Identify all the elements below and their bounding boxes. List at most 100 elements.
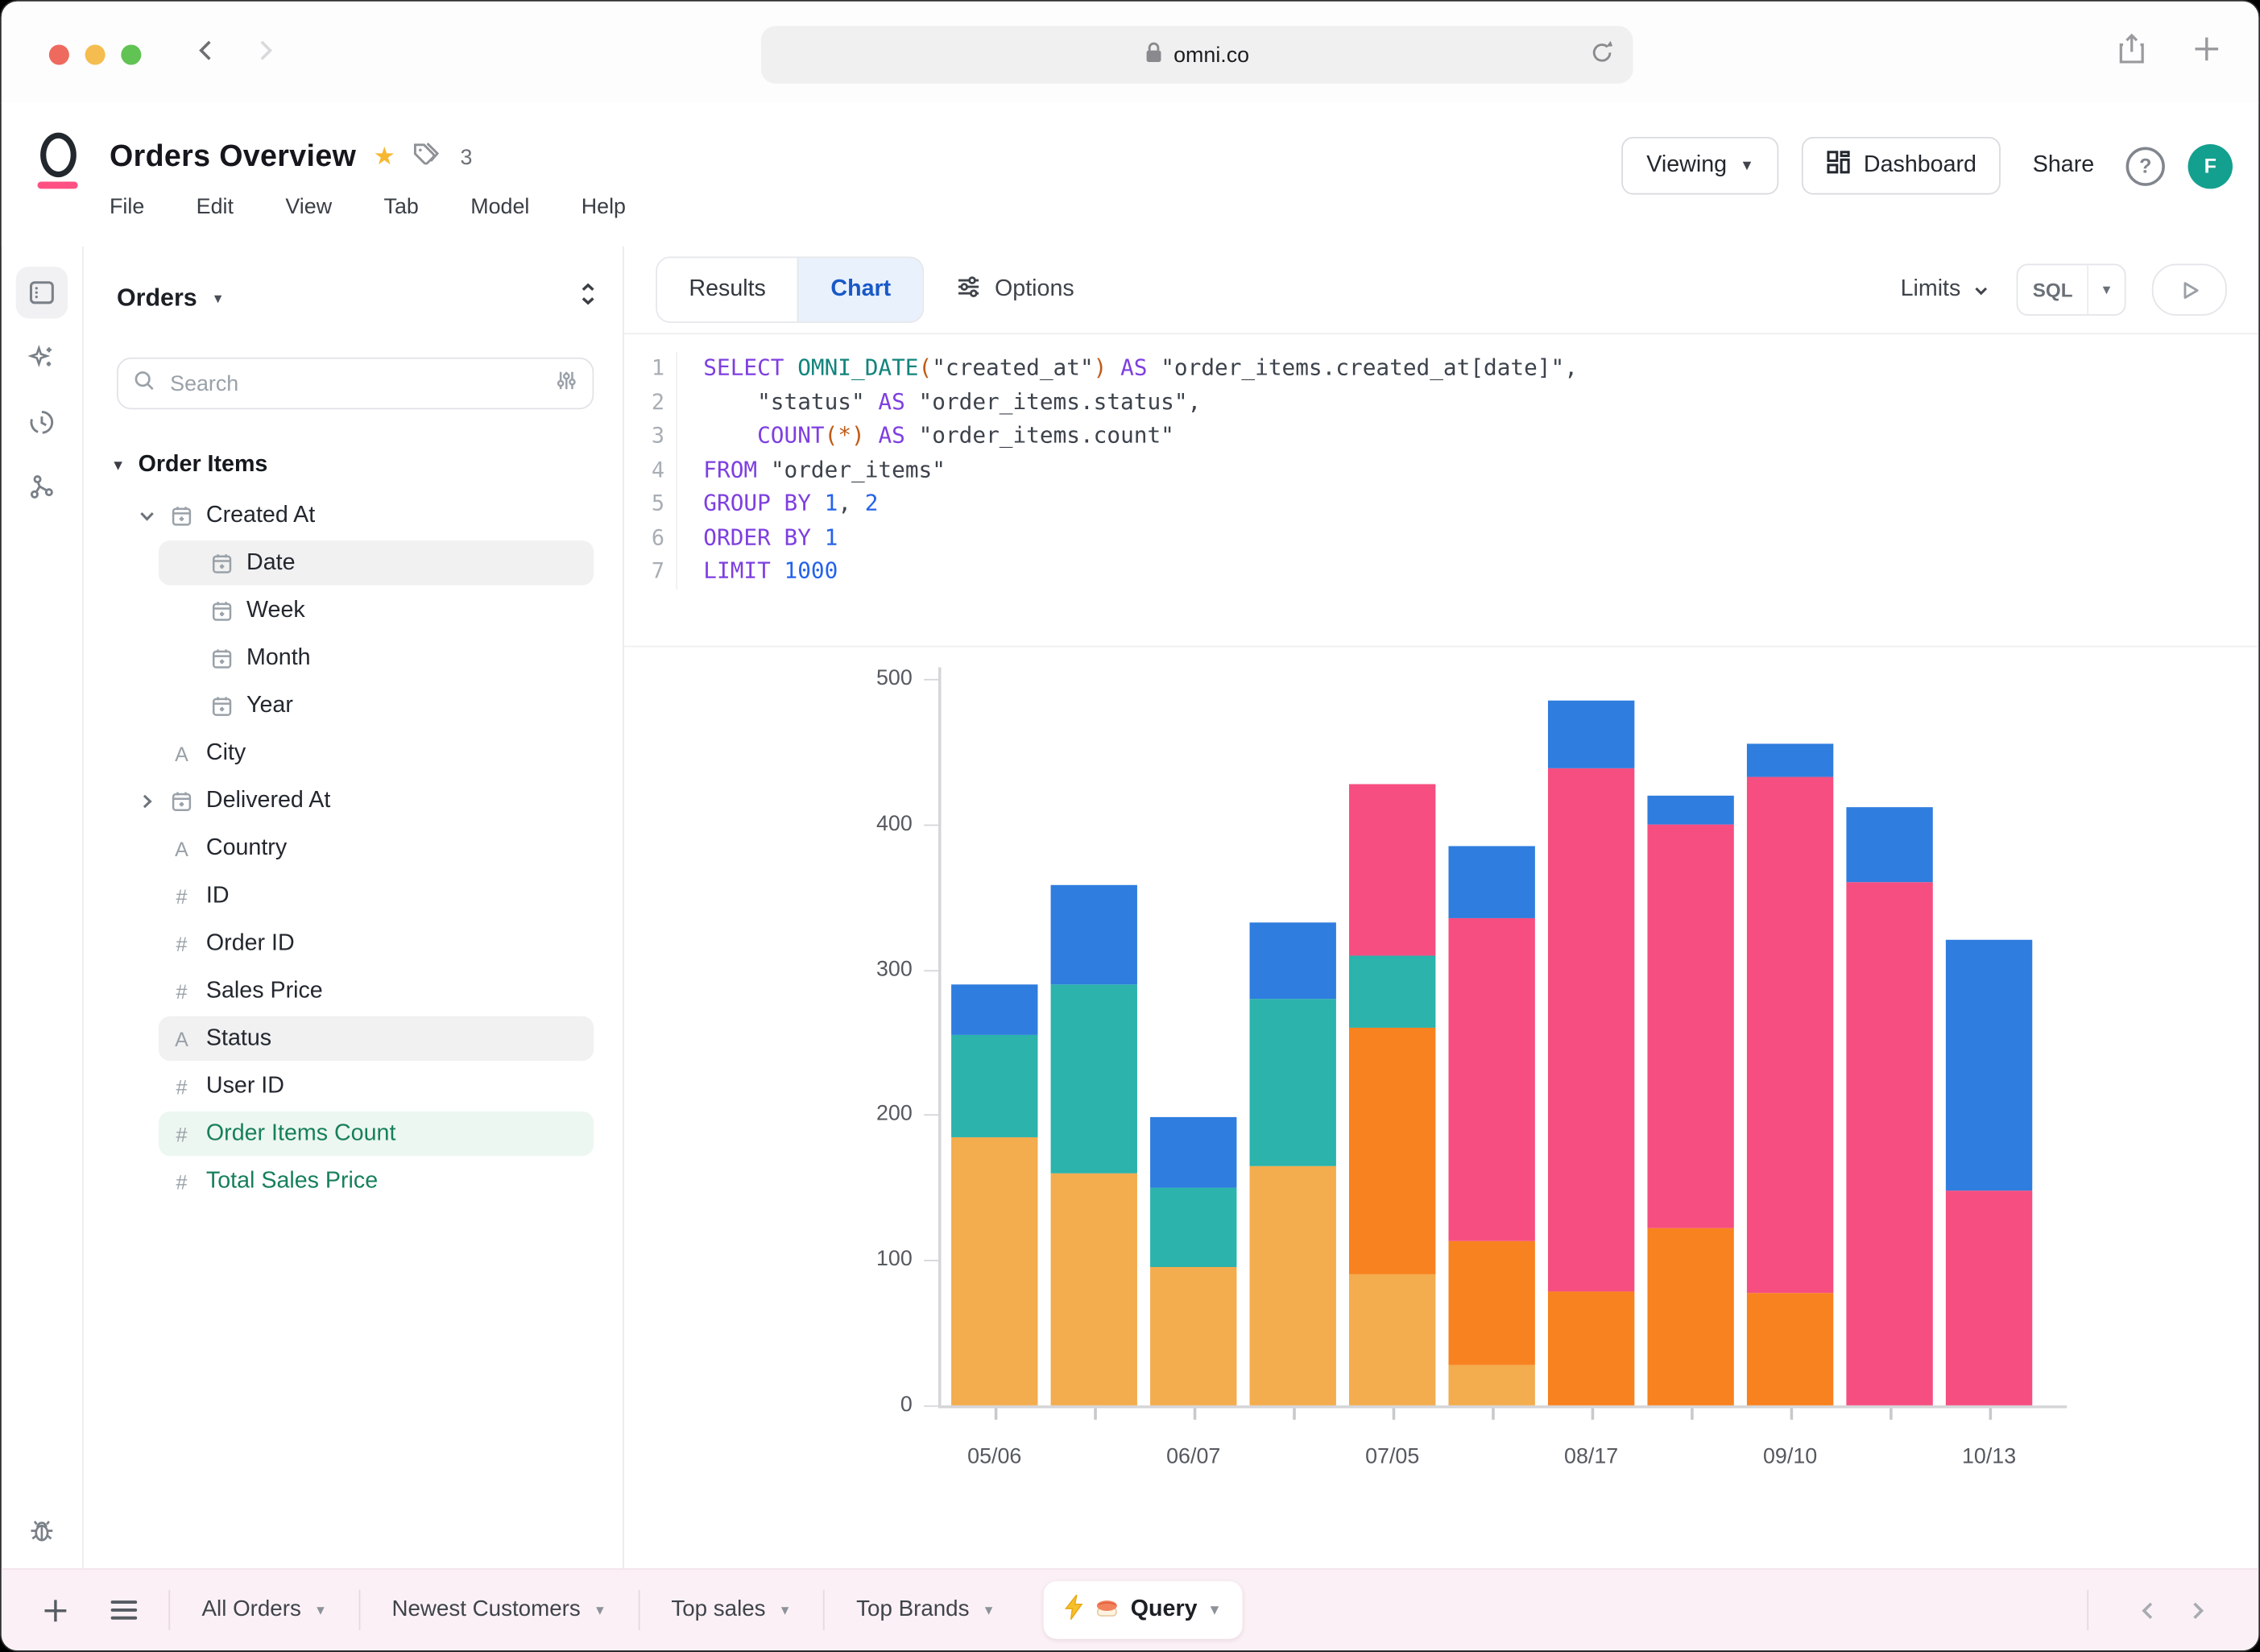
tab-top-brands[interactable]: Top Brands▼ <box>827 1570 1024 1650</box>
back-icon[interactable] <box>193 38 219 64</box>
menu-edit[interactable]: Edit <box>197 195 234 219</box>
bar-7-status-b[interactable] <box>1647 1228 1733 1406</box>
limits-dropdown[interactable]: Limits <box>1901 277 1991 303</box>
sql-line-7[interactable]: 7LIMIT 1000 <box>624 555 2258 589</box>
sql-dropdown[interactable]: ▼ <box>2087 265 2124 314</box>
branch-icon[interactable] <box>16 462 68 513</box>
share-page-icon[interactable] <box>2117 31 2146 73</box>
history-icon[interactable] <box>16 396 68 448</box>
bar-3-status-c[interactable] <box>1250 999 1336 1166</box>
tab-all-orders[interactable]: All Orders▼ <box>173 1570 356 1650</box>
field-order-items-count[interactable]: #Order Items Count <box>84 1110 623 1157</box>
sql-line-5[interactable]: 5GROUP BY 1, 2 <box>624 487 2258 521</box>
tab-top-sales[interactable]: Top sales▼ <box>643 1570 821 1650</box>
add-tab-button[interactable] <box>33 1588 77 1632</box>
bar-5-status-a[interactable] <box>1448 1364 1534 1405</box>
address-bar[interactable]: omni.co <box>761 26 1633 84</box>
minimize-window-button[interactable] <box>85 44 106 64</box>
bar-5-status-e[interactable] <box>1448 846 1534 918</box>
menu-tab[interactable]: Tab <box>384 195 419 219</box>
new-tab-icon[interactable] <box>2192 35 2221 71</box>
sql-line-4[interactable]: 4FROM "order_items" <box>624 453 2258 487</box>
help-icon[interactable]: ? <box>2126 147 2165 185</box>
field-created-at[interactable]: Created At <box>84 491 623 539</box>
bar-8-status-b[interactable] <box>1747 1294 1833 1406</box>
bar-1-status-a[interactable] <box>1051 1173 1137 1406</box>
sql-editor[interactable]: 1SELECT OMNI_DATE("created_at") AS "orde… <box>624 333 2258 647</box>
search-filter-icon[interactable] <box>555 368 578 399</box>
viewing-button[interactable]: Viewing▼ <box>1622 137 1778 195</box>
bar-10-status-e[interactable] <box>1946 941 2032 1190</box>
bar-8-status-d[interactable] <box>1747 776 1833 1294</box>
bar-1-status-c[interactable] <box>1051 984 1137 1173</box>
tab-query-active[interactable]: Query ▼ <box>1044 1581 1241 1639</box>
reload-icon[interactable] <box>1588 39 1616 72</box>
bar-3-status-e[interactable] <box>1250 923 1336 999</box>
bar-5-status-b[interactable] <box>1448 1241 1534 1364</box>
field-id[interactable]: #ID <box>84 872 623 920</box>
collapse-expand-icon[interactable] <box>577 281 600 314</box>
chevron-down-icon[interactable] <box>135 503 159 527</box>
field-order-id[interactable]: #Order ID <box>84 920 623 967</box>
bar-7-status-d[interactable] <box>1647 824 1733 1228</box>
sql-line-6[interactable]: 6ORDER BY 1 <box>624 521 2258 555</box>
field-city[interactable]: ACity <box>84 730 623 777</box>
bar-4-status-a[interactable] <box>1349 1274 1435 1405</box>
sql-line-3[interactable]: 3 COUNT(*) AS "order_items.count" <box>624 420 2258 453</box>
bar-0-status-a[interactable] <box>951 1137 1037 1406</box>
field-total-sales-price[interactable]: #Total Sales Price <box>84 1157 623 1205</box>
sql-line-2[interactable]: 2 "status" AS "order_items.status", <box>624 386 2258 420</box>
field-year[interactable]: Year <box>84 681 623 729</box>
field-user-id[interactable]: #User ID <box>84 1062 623 1110</box>
field-country[interactable]: ACountry <box>84 825 623 872</box>
bar-6-status-d[interactable] <box>1548 769 1634 1292</box>
run-query-button[interactable] <box>2152 263 2227 315</box>
bar-8-status-e[interactable] <box>1747 744 1833 776</box>
sql-line-1[interactable]: 1SELECT OMNI_DATE("created_at") AS "orde… <box>624 352 2258 386</box>
bar-1-status-e[interactable] <box>1051 885 1137 984</box>
bar-9-status-d[interactable] <box>1846 882 1932 1405</box>
bar-9-status-e[interactable] <box>1846 807 1932 883</box>
stacked-bar-chart[interactable]: 010020030040050005/0606/0707/0508/1709/1… <box>624 628 2258 1570</box>
bar-0-status-e[interactable] <box>951 984 1037 1035</box>
bar-3-status-a[interactable] <box>1250 1166 1336 1406</box>
menu-help[interactable]: Help <box>582 195 626 219</box>
close-window-button[interactable] <box>49 44 69 64</box>
bar-10-status-d[interactable] <box>1946 1190 2032 1406</box>
field-month[interactable]: Month <box>84 634 623 681</box>
field-sales-price[interactable]: #Sales Price <box>84 967 623 1015</box>
panel-icon[interactable] <box>16 267 68 318</box>
sql-button[interactable]: SQL ▼ <box>2017 263 2125 315</box>
bar-2-status-c[interactable] <box>1150 1187 1236 1267</box>
forward-icon[interactable] <box>252 38 278 64</box>
tab-newest-customers[interactable]: Newest Customers▼ <box>363 1570 635 1650</box>
sparkles-icon[interactable] <box>16 332 68 383</box>
chevron-down-icon[interactable]: ▼ <box>1207 1602 1222 1618</box>
field-status[interactable]: AStatus <box>84 1015 623 1062</box>
field-delivered-at[interactable]: Delivered At <box>84 777 623 825</box>
share-button[interactable]: Share <box>2033 153 2094 179</box>
bar-4-status-d[interactable] <box>1349 784 1435 955</box>
zoom-window-button[interactable] <box>121 44 141 64</box>
next-tab-icon[interactable] <box>2172 1585 2221 1634</box>
bar-0-status-c[interactable] <box>951 1035 1037 1137</box>
tab-results[interactable]: Results <box>657 258 797 321</box>
tab-chart[interactable]: Chart <box>797 258 922 321</box>
search-box[interactable] <box>117 358 594 409</box>
field-week[interactable]: Week <box>84 586 623 634</box>
prev-tab-icon[interactable] <box>2123 1585 2172 1634</box>
field-date[interactable]: Date <box>84 539 623 586</box>
model-selector[interactable]: Orders <box>117 284 197 313</box>
options-button[interactable]: Options <box>956 273 1074 306</box>
bar-2-status-a[interactable] <box>1150 1267 1236 1405</box>
bar-4-status-c[interactable] <box>1349 955 1435 1028</box>
bar-6-status-b[interactable] <box>1548 1292 1634 1406</box>
bar-2-status-e[interactable] <box>1150 1118 1236 1188</box>
bar-6-status-e[interactable] <box>1548 701 1634 769</box>
bug-icon[interactable] <box>16 1505 68 1556</box>
search-input[interactable] <box>168 370 544 397</box>
menu-model[interactable]: Model <box>470 195 529 219</box>
dashboard-button[interactable]: Dashboard <box>1802 137 2001 195</box>
menu-file[interactable]: File <box>110 195 144 219</box>
tags-icon[interactable] <box>412 140 443 175</box>
